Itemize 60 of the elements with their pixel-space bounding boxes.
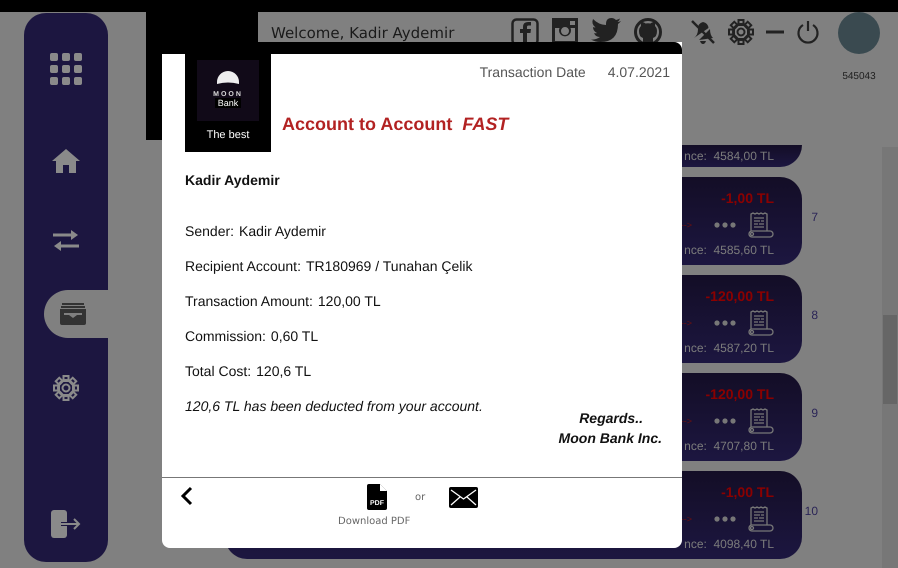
balance-text: nce: 4584,00 TL (684, 149, 774, 163)
settings-icon[interactable] (53, 375, 79, 401)
amount-text: -120,00 TL (706, 386, 774, 402)
customer-name: Kadir Aydemir (185, 172, 281, 188)
deduction-note: 120,6 TL has been deducted from your account. (185, 398, 484, 414)
receipt-icon[interactable] (748, 212, 774, 238)
detail-label: Total Cost: (185, 363, 252, 379)
welcome-text: Welcome, Kadir Aydemir (271, 24, 456, 42)
more-dots-icon[interactable] (714, 516, 736, 522)
row-number: 9 (811, 406, 818, 420)
detail-value: TR180969 / Tunahan Çelik (306, 258, 473, 274)
detail-label: Transaction Amount: (185, 293, 313, 309)
amount-text: -120,00 TL (706, 288, 774, 304)
row-number: 7 (811, 210, 818, 224)
balance-text: nce: 4707,80 TL (684, 439, 774, 453)
balance-text: nce: 4098,40 TL (684, 537, 774, 551)
home-icon[interactable] (52, 149, 80, 173)
date-value: 4.07.2021 (608, 64, 670, 80)
transfer-type: FAST (462, 114, 508, 134)
amount-text: -1,00 TL (721, 484, 774, 500)
mail-icon[interactable] (449, 486, 478, 508)
detail-label: Commission: (185, 328, 266, 344)
twitter-bird-icon[interactable] (591, 18, 621, 42)
detail-value: 120,6 TL (256, 363, 312, 379)
bell-slash-icon[interactable] (690, 19, 716, 45)
sidebar-item[interactable] (44, 290, 108, 338)
logout-icon[interactable] (51, 510, 81, 538)
apps-grid-icon[interactable] (50, 53, 82, 85)
date-label: Transaction Date (480, 64, 586, 80)
power-icon[interactable] (796, 20, 820, 44)
amount-text: -1,00 TL (721, 190, 774, 206)
download-pdf-link[interactable]: Download PDF (338, 516, 478, 527)
detail-label: Recipient Account: (185, 258, 301, 274)
inbox-tray-icon[interactable] (60, 303, 86, 325)
receipt-title: Account to Account (282, 114, 452, 134)
balance-text: nce: 4585,60 TL (684, 243, 774, 257)
signature-text: Moon Bank Inc. (558, 430, 662, 446)
receipt-icon[interactable] (748, 408, 774, 434)
scrollbar[interactable] (882, 147, 898, 568)
avatar[interactable] (838, 12, 880, 54)
transfer-arrows-icon[interactable] (53, 229, 79, 251)
settings-icon[interactable] (728, 19, 754, 45)
detail-value: 120,00 TL (318, 293, 381, 309)
balance-text: nce: 4587,20 TL (684, 341, 774, 355)
or-text: or (415, 492, 426, 502)
detail-value: Kadir Aydemir (239, 223, 326, 239)
detail-label: Sender: (185, 223, 234, 239)
receipt-icon[interactable] (748, 506, 774, 532)
more-dots-icon[interactable] (714, 222, 736, 228)
minimize-icon[interactable] (766, 30, 784, 34)
regards-text: Regards.. (579, 410, 643, 426)
row-number: 10 (804, 504, 818, 518)
customer-number: 545043 (842, 71, 876, 82)
logo-text: Bank (214, 98, 242, 108)
logo-tagline: The best (206, 129, 250, 141)
more-dots-icon[interactable] (714, 320, 736, 326)
detail-value: 0,60 TL (270, 328, 318, 344)
receipt-icon[interactable] (748, 310, 774, 336)
row-number: 8 (811, 308, 818, 322)
more-dots-icon[interactable] (714, 418, 736, 424)
